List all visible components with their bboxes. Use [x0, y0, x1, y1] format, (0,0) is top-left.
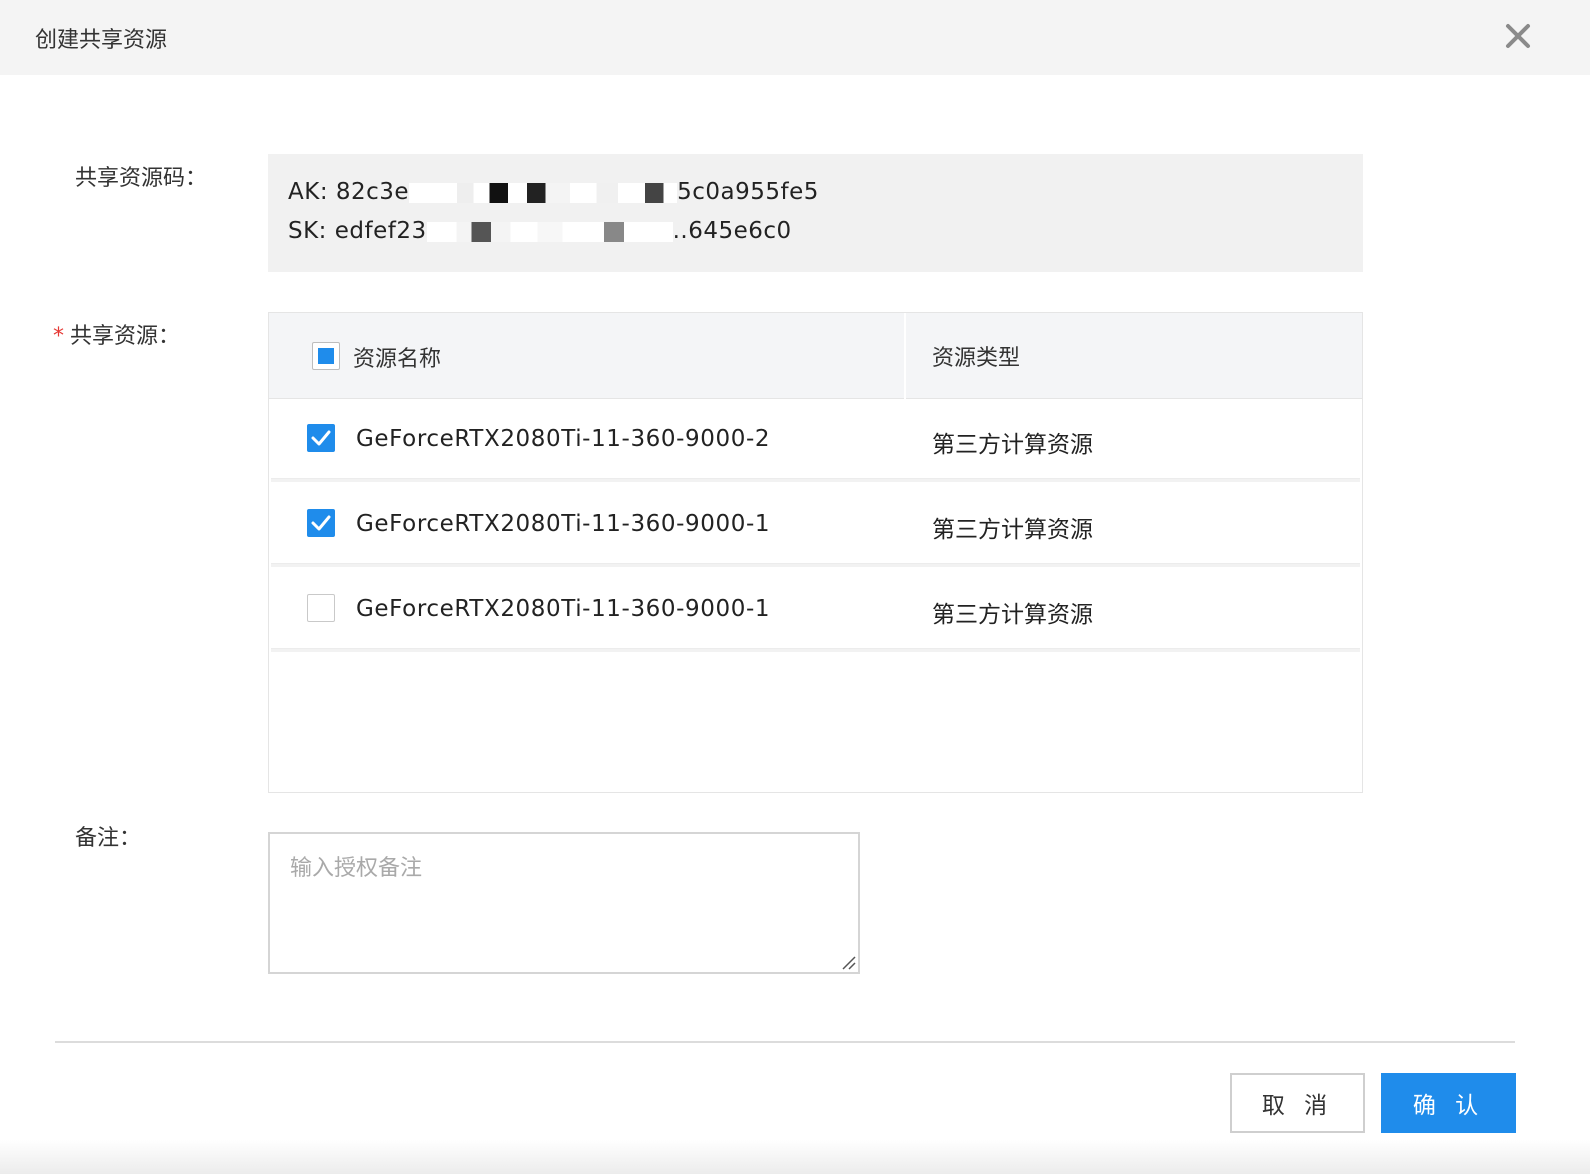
resize-grip-icon[interactable] [840, 954, 856, 970]
table-row[interactable]: GeForceRTX2080Ti-11-360-9000-1 第三方计算资源 [271, 485, 1360, 567]
table-header: 资源名称 资源类型 [269, 313, 1362, 399]
remark-label: 备注： [75, 826, 142, 851]
ak-suffix: 5c0a955fe5 [677, 179, 819, 205]
share-code-label: 共享资源码： [75, 166, 208, 191]
sk-prefix: SK: edfef23 [288, 218, 427, 244]
row-checkbox[interactable] [307, 509, 335, 537]
close-icon[interactable] [1500, 18, 1536, 54]
cancel-button[interactable]: 取 消 [1230, 1073, 1365, 1133]
resource-type: 第三方计算资源 [932, 602, 1093, 628]
bottom-shadow [0, 1140, 1590, 1174]
footer-divider [55, 1041, 1515, 1043]
confirm-button[interactable]: 确 认 [1381, 1073, 1516, 1133]
dialog-title: 创建共享资源 [35, 28, 168, 53]
check-icon [311, 515, 331, 531]
resource-name: GeForceRTX2080Ti-11-360-9000-1 [356, 511, 771, 537]
resource-name: GeForceRTX2080Ti-11-360-9000-1 [356, 596, 771, 622]
close-button[interactable] [1500, 18, 1536, 54]
sk-line: SK: edfef23 ..645e6c0 [288, 218, 792, 244]
column-divider [904, 313, 906, 399]
column-header-type: 资源类型 [932, 346, 1021, 371]
table-row[interactable]: GeForceRTX2080Ti-11-360-9000-1 第三方计算资源 [271, 570, 1360, 652]
share-code-box: AK: 82c3e 5c0a955fe5 SK: edfef23 ..645e6c0 [268, 154, 1363, 272]
ak-line: AK: 82c3e 5c0a955fe5 [288, 179, 819, 205]
ak-masked-region [409, 182, 678, 203]
ak-prefix: AK: 82c3e [288, 179, 410, 205]
create-share-dialog: 创建共享资源 共享资源码： AK: 82c3e 5c0a955fe5 SK: ed… [0, 0, 1590, 1174]
select-all-checkbox[interactable] [312, 342, 340, 370]
dialog-header: 创建共享资源 [0, 0, 1590, 75]
sk-suffix: ..645e6c0 [672, 218, 792, 244]
row-checkbox[interactable] [307, 424, 335, 452]
row-checkbox[interactable] [307, 594, 335, 622]
column-header-name: 资源名称 [353, 347, 442, 372]
resource-type: 第三方计算资源 [932, 517, 1093, 543]
resource-name: GeForceRTX2080Ti-11-360-9000-2 [356, 426, 771, 452]
shared-resources-label: * 共享资源： [53, 318, 180, 350]
remark-field-wrapper [268, 832, 860, 974]
shared-resources-label-text: 共享资源： [70, 324, 181, 349]
check-icon [311, 430, 331, 446]
table-row[interactable]: GeForceRTX2080Ti-11-360-9000-2 第三方计算资源 [271, 400, 1360, 482]
required-mark: * [53, 324, 64, 349]
remark-textarea[interactable] [270, 834, 858, 972]
resources-table: 资源名称 资源类型 GeForceRTX2080Ti-11-360-9000-2… [268, 312, 1363, 793]
sk-masked-region [426, 221, 673, 242]
resource-type: 第三方计算资源 [932, 432, 1093, 458]
